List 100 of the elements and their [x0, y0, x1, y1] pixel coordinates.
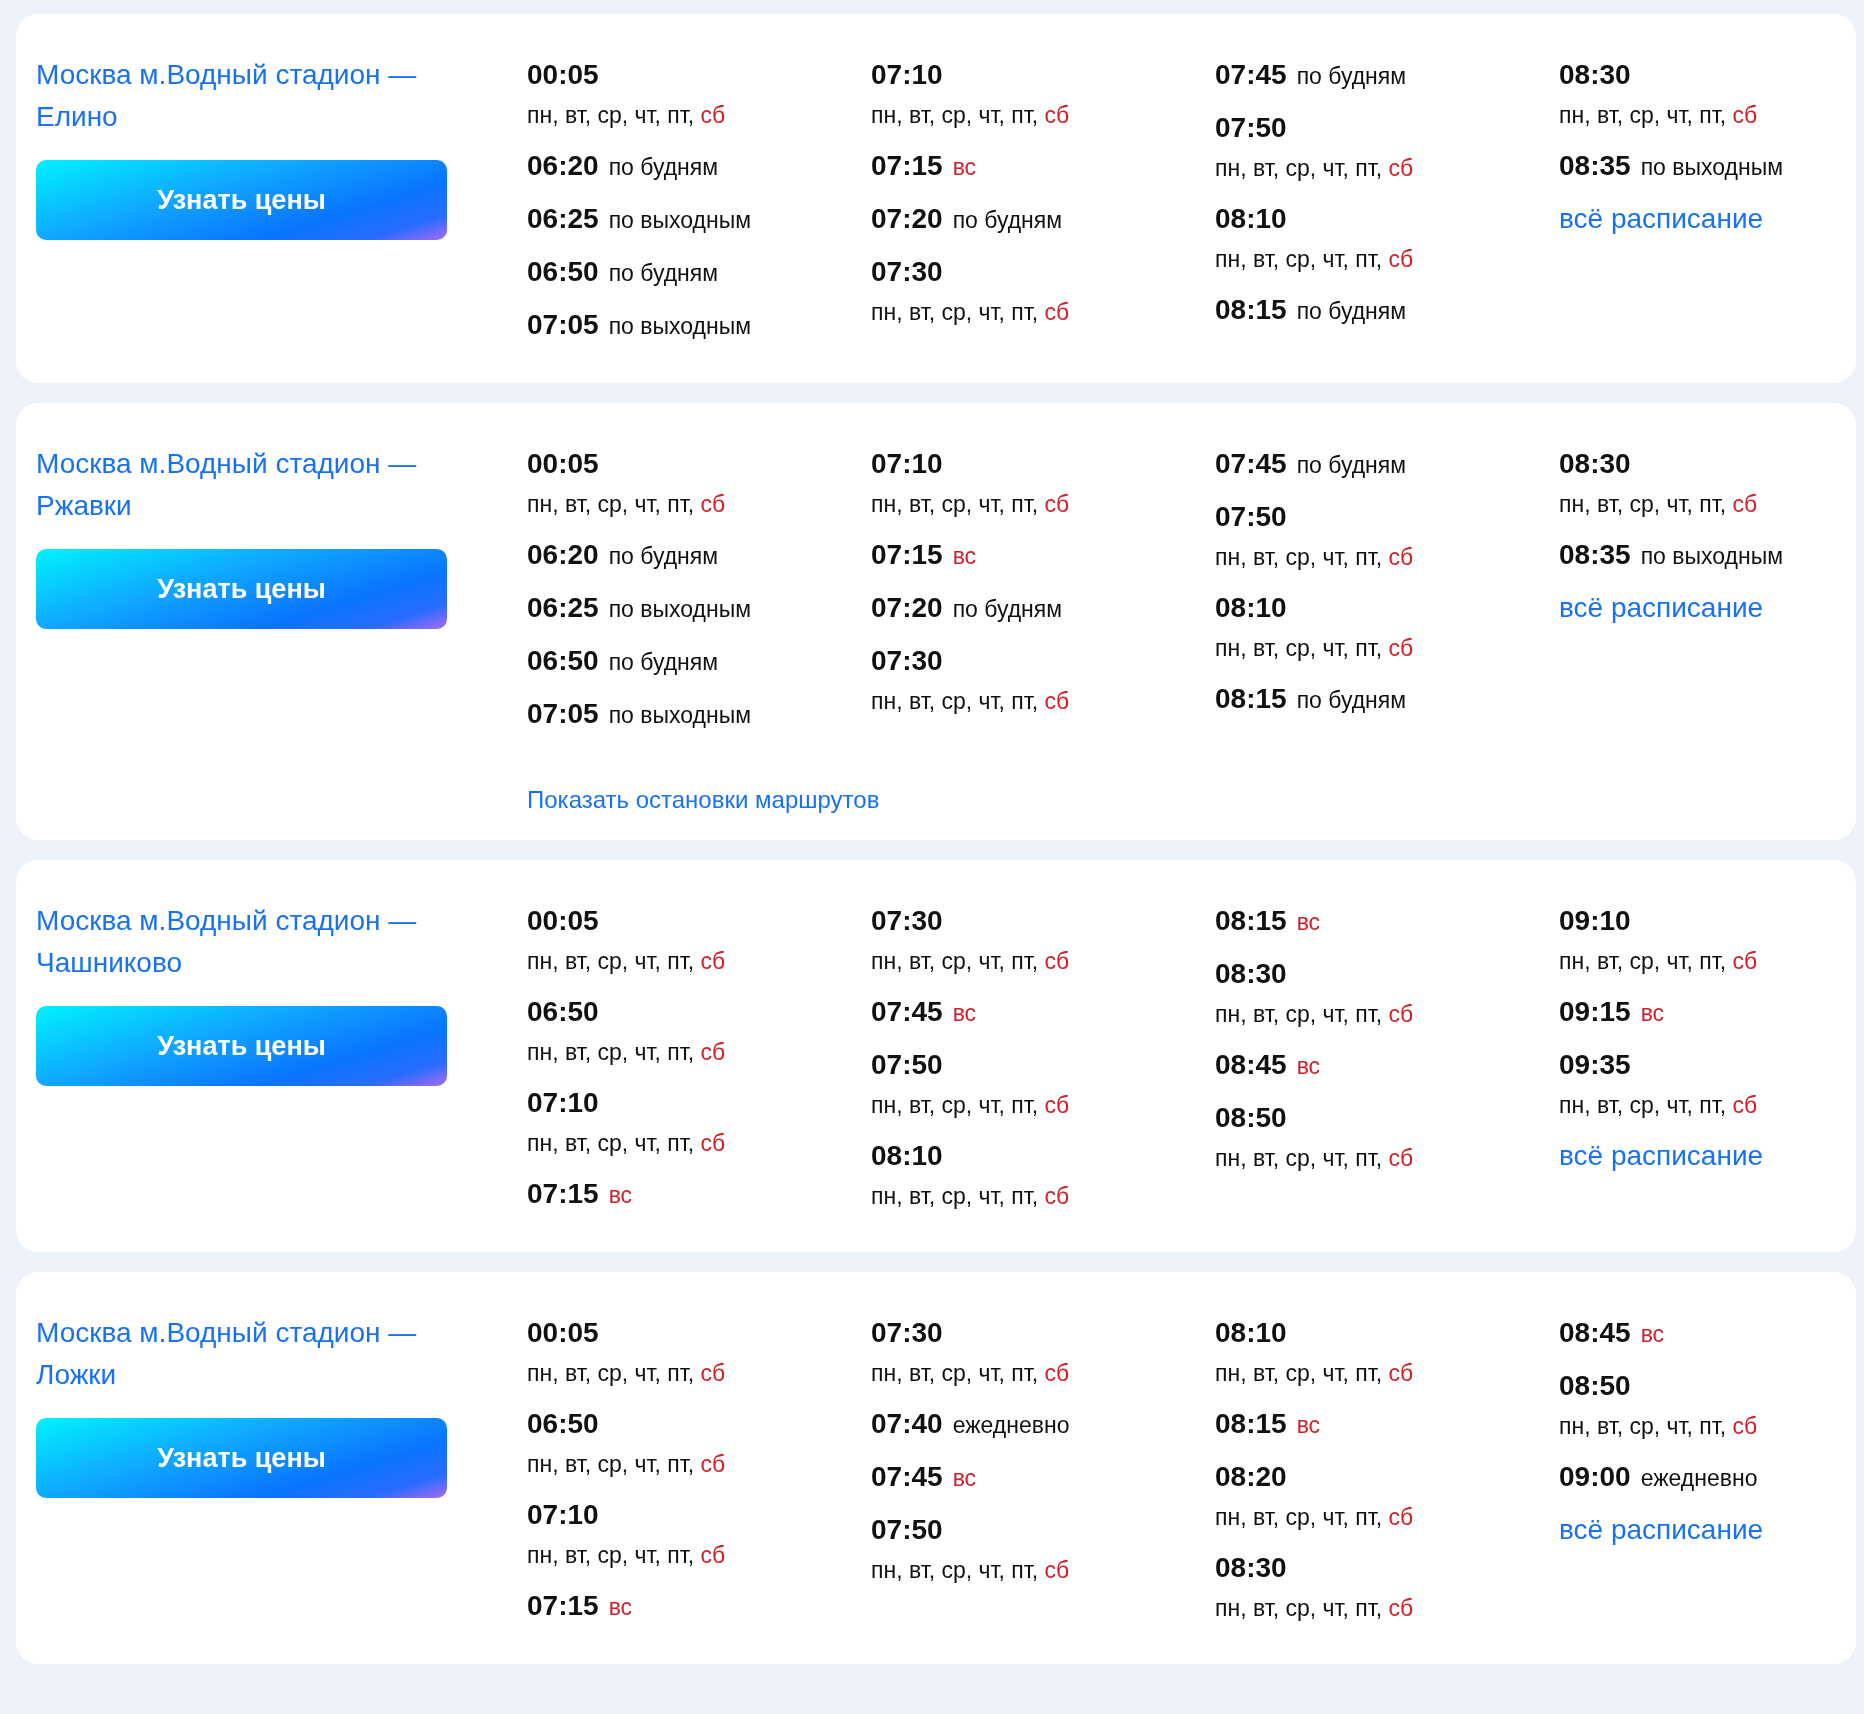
route-title-link[interactable]: Москва м.Водный стадион — Елино	[36, 54, 447, 138]
schedule-days: пн, вт, ср, чт, пт, сб	[1559, 96, 1758, 134]
departure-time: 07:30	[871, 904, 943, 938]
schedule-days: пн, вт, ср, чт, пт, сб	[1215, 240, 1414, 278]
departure-time: 00:05	[527, 447, 599, 481]
departure-time: 07:45	[871, 1460, 943, 1494]
schedule-days: по будням	[952, 590, 1063, 628]
departure-time: 07:50	[1215, 111, 1287, 145]
departure-time: 08:10	[1215, 202, 1287, 236]
departure-time: 06:20	[527, 149, 599, 183]
schedule-days: пн, вт, ср, чт, пт, сб	[1215, 149, 1414, 187]
schedule-days: пн, вт, ср, чт, пт, сб	[871, 1354, 1070, 1392]
departure-time: 08:30	[1215, 1551, 1287, 1585]
route-title-link[interactable]: Москва м.Водный стадион — Чашниково	[36, 900, 447, 984]
schedule-days: вс	[1296, 903, 1321, 941]
schedule-days: пн, вт, ср, чт, пт, сб	[1215, 1139, 1414, 1177]
schedule-days: пн, вт, ср, чт, пт, сб	[1215, 1589, 1414, 1627]
departure-time: 06:50	[527, 255, 599, 289]
schedule-days: по будням	[1296, 681, 1407, 719]
route-title-link[interactable]: Москва м.Водный стадион — Ржавки	[36, 443, 447, 527]
show-stops-link[interactable]: Показать остановки маршрутов	[527, 786, 880, 814]
departure-time: 07:15	[871, 149, 943, 183]
departure-time: 08:15	[1215, 904, 1287, 938]
schedule-days: пн, вт, ср, чт, пт, сб	[527, 485, 726, 523]
schedule-days: по будням	[608, 537, 719, 575]
departure-time: 07:45	[1215, 58, 1287, 92]
departure-time: 07:30	[871, 1316, 943, 1350]
schedule-days: пн, вт, ср, чт, пт, сб	[527, 1354, 726, 1392]
departure-time: 08:10	[871, 1139, 943, 1173]
get-prices-button[interactable]: Узнать цены	[36, 160, 447, 240]
schedule-days: по выходным	[608, 590, 751, 628]
schedule-days: пн, вт, ср, чт, пт, сб	[871, 1086, 1070, 1124]
departure-time: 09:00	[1559, 1460, 1631, 1494]
departure-time: 08:15	[1215, 293, 1287, 327]
departure-time: 08:45	[1559, 1316, 1631, 1350]
schedule-days: пн, вт, ср, чт, пт, сб	[871, 942, 1070, 980]
schedule-days: ежедневно	[952, 1406, 1070, 1444]
schedule-days: пн, вт, ср, чт, пт, сб	[871, 682, 1070, 720]
schedule-days: вс	[952, 537, 977, 575]
route-title-link[interactable]: Москва м.Водный стадион — Ложки	[36, 1312, 447, 1396]
departure-time: 08:35	[1559, 149, 1631, 183]
departure-time: 08:30	[1215, 957, 1287, 991]
departure-time: 00:05	[527, 58, 599, 92]
departure-time: 00:05	[527, 904, 599, 938]
departure-time: 08:15	[1215, 1407, 1287, 1441]
schedule-days: пн, вт, ср, чт, пт, сб	[1559, 1407, 1758, 1445]
departure-time: 08:30	[1559, 447, 1631, 481]
schedule-days: по выходным	[608, 201, 751, 239]
schedule-days: вс	[1640, 994, 1665, 1032]
schedule-days: пн, вт, ср, чт, пт, сб	[527, 96, 726, 134]
departure-time: 07:30	[871, 644, 943, 678]
schedule-days: пн, вт, ср, чт, пт, сб	[1215, 629, 1414, 667]
schedule-days: вс	[1296, 1047, 1321, 1085]
schedule-days: по будням	[608, 148, 719, 186]
get-prices-button[interactable]: Узнать цены	[36, 1418, 447, 1498]
schedule-days: пн, вт, ср, чт, пт, сб	[1559, 942, 1758, 980]
full-schedule-link[interactable]: всё расписание	[1559, 1135, 1764, 1177]
schedule-days: вс	[608, 1176, 633, 1214]
departure-time: 07:45	[1215, 447, 1287, 481]
get-prices-button[interactable]: Узнать цены	[36, 549, 447, 629]
departure-time: 07:50	[1215, 500, 1287, 534]
schedule-days: пн, вт, ср, чт, пт, сб	[1215, 538, 1414, 576]
schedule-days: пн, вт, ср, чт, пт, сб	[1559, 485, 1758, 523]
departure-time: 07:10	[871, 447, 943, 481]
schedule-days: пн, вт, ср, чт, пт, сб	[527, 1536, 726, 1574]
full-schedule-link[interactable]: всё расписание	[1559, 1509, 1764, 1551]
schedule-days: пн, вт, ср, чт, пт, сб	[1215, 1498, 1414, 1536]
departure-time: 08:35	[1559, 538, 1631, 572]
schedule-days: пн, вт, ср, чт, пт, сб	[527, 942, 726, 980]
full-schedule-link[interactable]: всё расписание	[1559, 587, 1764, 629]
departure-time: 06:50	[527, 1407, 599, 1441]
schedule-days: по будням	[952, 201, 1063, 239]
departure-time: 06:20	[527, 538, 599, 572]
schedule-days: по выходным	[1640, 537, 1783, 575]
departure-time: 00:05	[527, 1316, 599, 1350]
departure-time: 07:15	[871, 538, 943, 572]
schedule-days: пн, вт, ср, чт, пт, сб	[871, 1177, 1070, 1215]
departure-time: 07:50	[871, 1513, 943, 1547]
schedule-days: вс	[952, 994, 977, 1032]
schedule-days: по будням	[608, 254, 719, 292]
schedule-days: пн, вт, ср, чт, пт, сб	[871, 485, 1070, 523]
departure-time: 08:45	[1215, 1048, 1287, 1082]
departure-time: 07:10	[871, 58, 943, 92]
departure-time: 07:30	[871, 255, 943, 289]
departure-time: 09:15	[1559, 995, 1631, 1029]
get-prices-button[interactable]: Узнать цены	[36, 1006, 447, 1086]
departure-time: 08:10	[1215, 1316, 1287, 1350]
departure-time: 09:10	[1559, 904, 1631, 938]
schedule-days: вс	[1296, 1406, 1321, 1444]
full-schedule-link[interactable]: всё расписание	[1559, 198, 1764, 240]
schedule-days: вс	[608, 1588, 633, 1626]
departure-time: 06:25	[527, 202, 599, 236]
departure-time: 09:35	[1559, 1048, 1631, 1082]
schedule-days: вс	[952, 1459, 977, 1497]
schedule-days: пн, вт, ср, чт, пт, сб	[871, 1551, 1070, 1589]
schedule-days: вс	[952, 148, 977, 186]
schedule-days: пн, вт, ср, чт, пт, сб	[1559, 1086, 1758, 1124]
departure-time: 07:20	[871, 202, 943, 236]
departure-time: 07:10	[527, 1498, 599, 1532]
schedule-days: пн, вт, ср, чт, пт, сб	[871, 96, 1070, 134]
